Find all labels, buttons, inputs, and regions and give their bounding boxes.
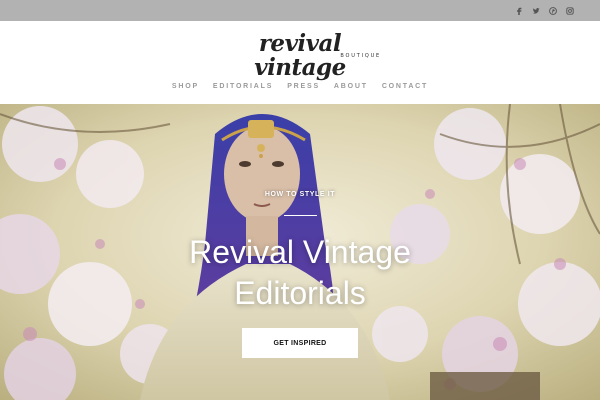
nav-item-about[interactable]: ABOUT <box>334 82 368 92</box>
pinterest-icon[interactable] <box>549 6 557 16</box>
site-header: revival vintage BOUTIQUE SHOP EDITORIALS… <box>0 21 600 104</box>
twitter-icon[interactable] <box>532 6 540 16</box>
nav-item-editorials[interactable]: EDITORIALS <box>213 82 273 92</box>
facebook-icon[interactable] <box>515 6 523 16</box>
social-links <box>515 0 574 21</box>
hero-kicker: HOW TO STYLE IT <box>264 191 336 198</box>
hero-divider <box>284 215 317 216</box>
nav-item-press[interactable]: PRESS <box>287 82 320 92</box>
top-bar <box>0 0 600 21</box>
hero-title-line2: Editorials <box>234 275 366 311</box>
hero-title: Revival Vintage Editorials <box>100 232 500 314</box>
hero-title-line1: Revival Vintage <box>189 234 411 270</box>
nav-item-contact[interactable]: CONTACT <box>382 82 428 92</box>
nav-item-shop[interactable]: SHOP <box>172 82 199 92</box>
hero-banner: HOW TO STYLE IT Revival Vintage Editoria… <box>0 104 600 400</box>
main-nav: SHOP EDITORIALS PRESS ABOUT CONTACT <box>0 82 600 92</box>
logo-tagline: BOUTIQUE <box>340 53 381 59</box>
get-inspired-button[interactable]: GET INSPIRED <box>242 328 358 358</box>
instagram-icon[interactable] <box>566 6 574 16</box>
hero-content: HOW TO STYLE IT Revival Vintage Editoria… <box>0 104 600 400</box>
site-logo[interactable]: revival vintage BOUTIQUE <box>213 32 387 80</box>
